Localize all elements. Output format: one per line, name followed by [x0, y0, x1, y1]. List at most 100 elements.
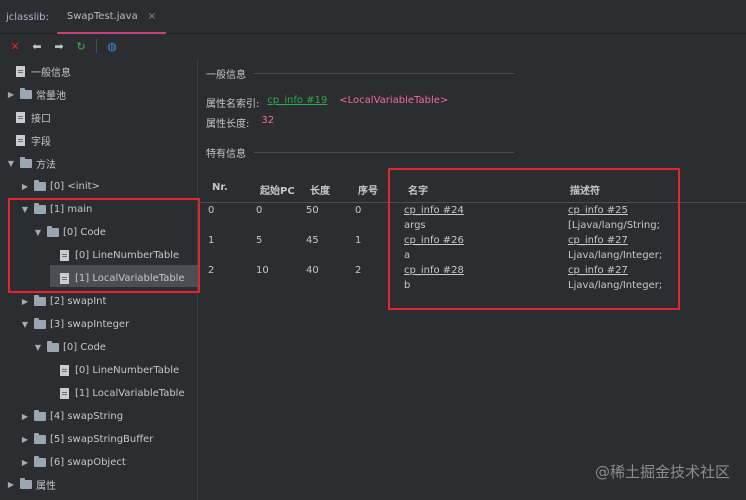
tree-label: [3] swapInteger: [50, 318, 130, 330]
tree-label: 字段: [31, 136, 51, 148]
file-icon: [16, 111, 25, 123]
cell-nr: 0: [208, 205, 215, 216]
folder-icon: [34, 317, 46, 329]
tree-item-attributes[interactable]: ▶ 属性: [6, 473, 56, 495]
folder-icon: [34, 179, 46, 191]
folder-icon: [34, 432, 46, 444]
tree-item-method-swapstringbuffer[interactable]: ▶ [5] swapStringBuffer: [20, 428, 153, 450]
cell-length: 50: [306, 205, 319, 216]
chevron-right-icon[interactable]: ▶: [20, 297, 30, 306]
highlight-box-main: [8, 198, 200, 293]
cell-nr: 2: [208, 265, 215, 276]
tree-label: [2] swapInt: [50, 295, 107, 307]
section-divider: [254, 152, 514, 153]
chevron-right-icon[interactable]: ▶: [20, 182, 30, 191]
attribute-name-index-label: 属性名索引:: [206, 99, 260, 110]
cell-length: 45: [306, 235, 319, 246]
tree-label: [1] LocalVariableTable: [75, 387, 185, 399]
tree-label: [0] <init>: [50, 180, 100, 192]
section-title: 特有信息: [206, 149, 246, 160]
tree-item-method-swapobject[interactable]: ▶ [6] swapObject: [20, 451, 126, 473]
tab-swaptest[interactable]: SwapTest.java ×: [56, 0, 167, 34]
cell-start-pc: 0: [256, 205, 263, 216]
tree-item-swapinteger-code[interactable]: ▼ [0] Code: [33, 336, 106, 358]
folder-icon: [34, 294, 46, 306]
tree-label: 常量池: [36, 90, 66, 102]
tab-label: SwapTest.java: [66, 10, 138, 22]
back-icon[interactable]: ⬅: [30, 39, 44, 53]
cell-index: 2: [355, 265, 362, 276]
tree-item-methods[interactable]: ▼ 方法: [6, 152, 56, 174]
tree-item-method-swapstring[interactable]: ▶ [4] swapString: [20, 405, 123, 427]
file-icon: [60, 364, 69, 376]
tree-item-swapinteger-line-number-table[interactable]: [0] LineNumberTable: [60, 359, 179, 381]
chevron-right-icon[interactable]: ▶: [6, 90, 16, 99]
chevron-right-icon[interactable]: ▶: [6, 480, 16, 489]
tree-item-interfaces[interactable]: 接口: [16, 106, 51, 128]
attribute-name-value: <LocalVariableTable>: [339, 95, 449, 106]
tree-label: [0] LineNumberTable: [75, 364, 180, 376]
chevron-right-icon[interactable]: ▶: [20, 458, 30, 467]
attribute-name-index-link[interactable]: cp_info #19: [267, 95, 327, 110]
tree-item-method-init[interactable]: ▶ [0] <init>: [20, 175, 100, 197]
section-general-info: 一般信息: [206, 66, 514, 81]
close-tab-icon[interactable]: ×: [148, 11, 156, 22]
attribute-length-row: 属性长度: 32: [206, 115, 274, 130]
chevron-right-icon[interactable]: ▶: [20, 435, 30, 444]
tree-item-swapinteger-local-variable-table[interactable]: [1] LocalVariableTable: [60, 382, 185, 404]
chevron-right-icon[interactable]: ▶: [20, 412, 30, 421]
close-icon[interactable]: ✕: [8, 39, 22, 53]
section-divider: [254, 73, 514, 74]
tree-label: [6] swapObject: [50, 456, 126, 468]
chevron-down-icon[interactable]: ▼: [20, 320, 30, 329]
column-header-nr[interactable]: Nr.: [212, 182, 228, 193]
column-header-length[interactable]: 长度: [310, 182, 330, 197]
cell-index: 0: [355, 205, 362, 216]
tree-label: 接口: [31, 113, 51, 125]
tree-item-fields[interactable]: 字段: [16, 129, 51, 151]
class-tree: 一般信息 ▶ 常量池 接口 字段 ▼ 方法 ▶ [0] <init> ▼ [1]…: [0, 58, 200, 500]
toolbar-separator: [96, 39, 97, 53]
cell-length: 40: [306, 265, 319, 276]
web-icon[interactable]: ◍: [105, 39, 119, 53]
refresh-icon[interactable]: ↻: [74, 39, 88, 53]
tree-label: 方法: [36, 159, 56, 171]
tree-item-method-swapinteger[interactable]: ▼ [3] swapInteger: [20, 313, 129, 335]
folder-icon: [20, 156, 32, 168]
folder-icon: [34, 409, 46, 421]
title-bar: jclasslib: SwapTest.java ×: [0, 0, 746, 34]
attribute-length-label: 属性长度:: [206, 119, 250, 130]
folder-icon: [47, 340, 59, 352]
file-icon: [60, 387, 69, 399]
folder-icon: [20, 87, 32, 99]
forward-icon[interactable]: ➡: [52, 39, 66, 53]
tree-item-general-info[interactable]: 一般信息: [16, 60, 71, 82]
cell-nr: 1: [208, 235, 215, 246]
tree-item-method-swapint[interactable]: ▶ [2] swapInt: [20, 290, 106, 312]
chevron-down-icon[interactable]: ▼: [6, 159, 16, 168]
watermark: @稀土掘金技术社区: [594, 463, 730, 481]
cell-start-pc: 10: [256, 265, 269, 276]
tree-label: [0] Code: [63, 341, 106, 353]
tree-label: [4] swapString: [50, 410, 124, 422]
detail-panel: 一般信息 属性名索引: cp_info #19 <LocalVariableTa…: [198, 58, 746, 500]
highlight-box-table: [388, 168, 680, 310]
tree-label: 属性: [36, 480, 56, 492]
tree-label: [5] swapStringBuffer: [50, 433, 154, 445]
tree-item-constant-pool[interactable]: ▶ 常量池: [6, 83, 66, 105]
app-title: jclasslib:: [6, 12, 49, 23]
chevron-down-icon[interactable]: ▼: [33, 343, 43, 352]
column-header-index[interactable]: 序号: [358, 182, 378, 197]
attribute-length-value: 32: [261, 115, 275, 126]
column-header-start-pc[interactable]: 起始PC: [260, 182, 295, 197]
file-icon: [16, 65, 25, 77]
folder-icon: [20, 477, 32, 489]
cell-start-pc: 5: [256, 235, 263, 246]
folder-icon: [34, 455, 46, 467]
attribute-name-index-row: 属性名索引: cp_info #19 <LocalVariableTable>: [206, 95, 448, 110]
toolbar: ✕ ⬅ ➡ ↻ ◍: [0, 34, 746, 58]
tree-label: 一般信息: [31, 67, 71, 79]
section-title: 一般信息: [206, 70, 246, 81]
cell-index: 1: [355, 235, 362, 246]
file-icon: [16, 134, 25, 146]
